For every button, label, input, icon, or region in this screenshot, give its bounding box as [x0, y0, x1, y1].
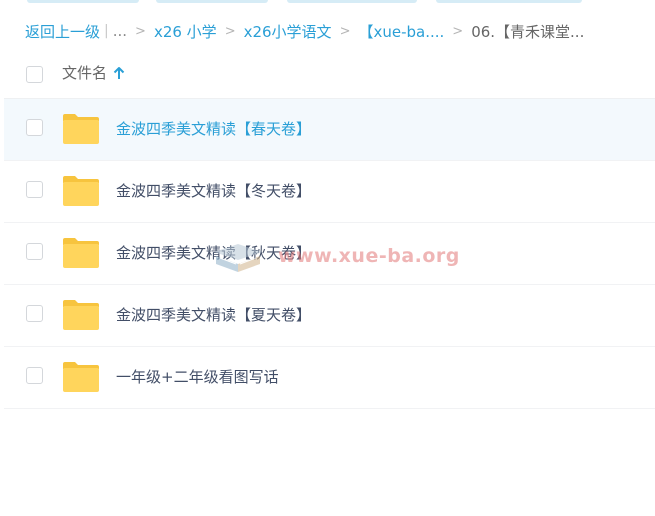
file-name[interactable]: 一年级+二年级看图写话 — [116, 366, 279, 387]
back-link[interactable]: 返回上一级 — [25, 21, 100, 42]
breadcrumb-item-x26-chinese[interactable]: x26小学语文 — [244, 21, 332, 42]
breadcrumb-separator: > — [339, 23, 351, 39]
file-name[interactable]: 金波四季美文精读【冬天卷】 — [116, 180, 311, 201]
breadcrumb-separator: > — [452, 23, 464, 39]
top-tab-strip — [0, 0, 655, 4]
file-name[interactable]: 金波四季美文精读【夏天卷】 — [116, 304, 311, 325]
row-checkbox[interactable] — [26, 243, 43, 260]
row-checkbox[interactable] — [26, 305, 43, 322]
breadcrumb-item-xue-ba[interactable]: 【xue-ba.... — [358, 21, 444, 42]
arrow-up-icon[interactable] — [113, 66, 125, 80]
filename-column-header[interactable]: 文件名 — [62, 62, 125, 83]
row-checkbox[interactable] — [26, 367, 43, 384]
breadcrumb-item-x26-primary[interactable]: x26 小学 — [154, 21, 217, 42]
breadcrumb: 返回上一级 | ... > x26 小学 > x26小学语文 > 【xue-ba… — [25, 20, 584, 42]
file-row[interactable]: 一年级+二年级看图写话 — [4, 347, 655, 409]
select-all-checkbox[interactable] — [26, 66, 43, 83]
file-list-header: 文件名 — [4, 56, 655, 99]
file-name[interactable]: 金波四季美文精读【春天卷】 — [116, 118, 311, 139]
folder-icon — [62, 113, 100, 145]
file-browser-page: 返回上一级 | ... > x26 小学 > x26小学语文 > 【xue-ba… — [0, 0, 655, 516]
file-row[interactable]: 金波四季美文精读【冬天卷】 — [4, 161, 655, 223]
filename-column-label: 文件名 — [62, 64, 108, 82]
folder-icon — [62, 299, 100, 331]
file-name[interactable]: 金波四季美文精读【秋天卷】 — [116, 242, 311, 263]
file-row[interactable]: 金波四季美文精读【春天卷】 — [4, 99, 655, 161]
breadcrumb-divider: | — [104, 23, 109, 39]
breadcrumb-ellipsis[interactable]: ... — [113, 22, 127, 40]
file-row[interactable]: 金波四季美文精读【秋天卷】 — [4, 223, 655, 285]
row-checkbox[interactable] — [26, 119, 43, 136]
folder-icon — [62, 175, 100, 207]
file-list: 金波四季美文精读【春天卷】 金波四季美文精读【冬天卷】 金波四季美文精读【秋天卷… — [4, 99, 655, 409]
breadcrumb-separator: > — [224, 23, 236, 39]
row-checkbox[interactable] — [26, 181, 43, 198]
breadcrumb-separator: > — [135, 23, 146, 39]
folder-icon — [62, 361, 100, 393]
folder-icon — [62, 237, 100, 269]
breadcrumb-item-current: 06.【青禾课堂... — [471, 22, 585, 41]
file-row[interactable]: 金波四季美文精读【夏天卷】 — [4, 285, 655, 347]
